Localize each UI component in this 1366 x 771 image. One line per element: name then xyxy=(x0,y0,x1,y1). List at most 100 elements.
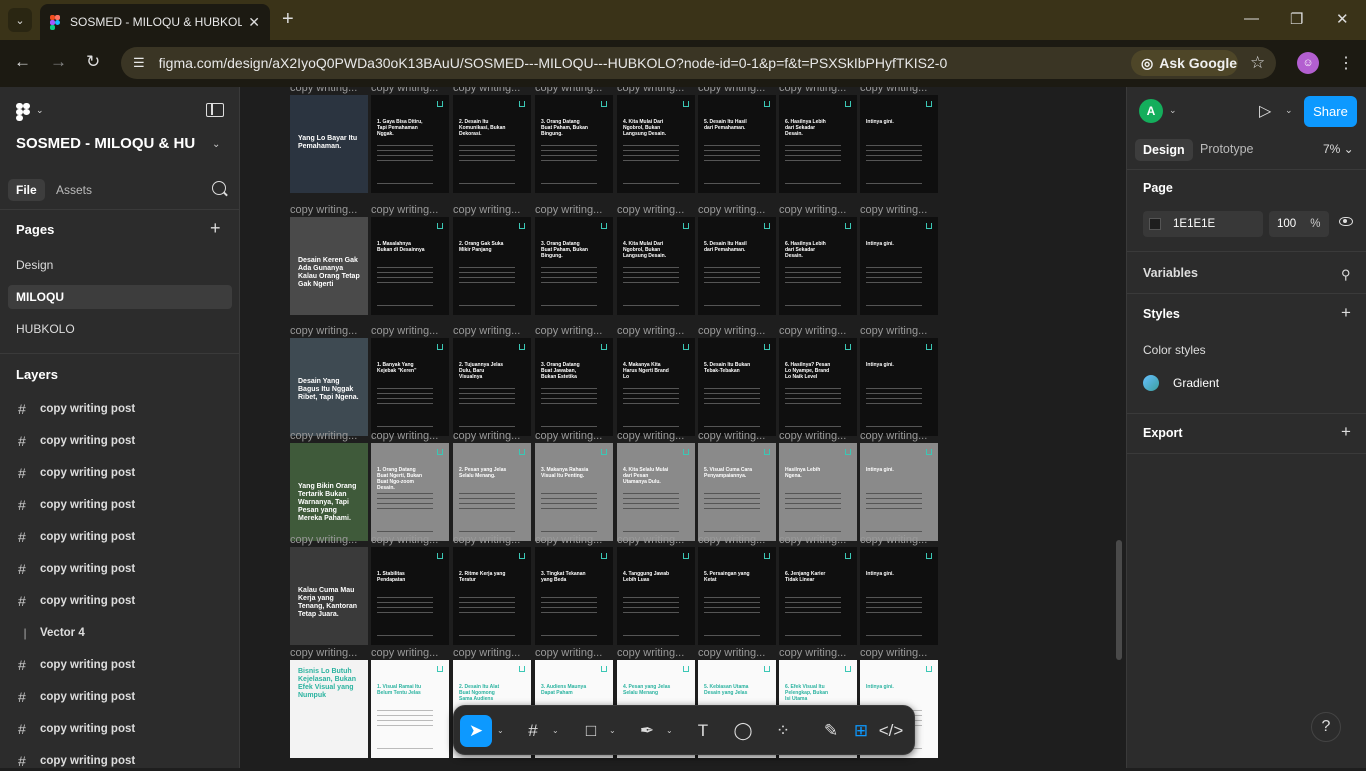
forward-button[interactable]: → xyxy=(50,52,67,72)
frame-tool-caret-icon[interactable]: ⌄ xyxy=(552,726,559,735)
cover-frame[interactable]: Desain Yang Bagus Itu Nggak Ribet, Tapi … xyxy=(290,338,368,436)
frame-label[interactable]: copy writing... xyxy=(371,325,438,337)
variables-icon[interactable]: ⚲ xyxy=(1341,267,1351,283)
slide-frame[interactable]: 1. Banyak Yang Kejebak "Keren" xyxy=(371,338,449,436)
slide-frame[interactable]: Hasilnya Lebih Ngena. xyxy=(779,443,857,541)
color-swatch[interactable] xyxy=(1149,218,1161,230)
help-icon[interactable]: ? xyxy=(1311,712,1341,742)
frame-label[interactable]: copy writing... xyxy=(617,204,684,216)
frame-label[interactable]: copy writing... xyxy=(860,647,927,659)
slide-frame[interactable]: 5. Desain Itu Hasil dari Pemahaman. xyxy=(698,95,776,193)
frame-label[interactable]: copy writing... xyxy=(779,204,846,216)
eye-icon[interactable] xyxy=(1339,217,1353,226)
project-name[interactable]: SOSMED - MILOQU & HUB... xyxy=(16,135,196,152)
tab-file[interactable]: File xyxy=(8,179,45,201)
frame-label[interactable]: copy writing... xyxy=(453,325,520,337)
frame-label[interactable]: copy writing... xyxy=(617,647,684,659)
frame-label[interactable]: copy writing... xyxy=(371,204,438,216)
tab-assets[interactable]: Assets xyxy=(48,179,100,201)
slide-frame[interactable]: Intinya gini. xyxy=(860,95,938,193)
frame-label[interactable]: copy writing... xyxy=(453,534,520,546)
code-icon[interactable]: </> xyxy=(878,715,904,747)
frame-label[interactable]: copy writing... xyxy=(453,430,520,442)
pen-tool-caret-icon[interactable]: ⌄ xyxy=(666,726,673,735)
slide-frame[interactable]: 2. Orang Gak Suka Mikir Panjang xyxy=(453,217,531,315)
frame-label[interactable]: copy writing... xyxy=(698,325,765,337)
slide-frame[interactable]: Intinya gini. xyxy=(860,217,938,315)
tab-search-button[interactable]: ⌄ xyxy=(8,8,32,32)
frame-label[interactable]: copy writing... xyxy=(698,204,765,216)
frame-label[interactable]: copy writing... xyxy=(779,647,846,659)
frame-label[interactable]: copy writing... xyxy=(453,204,520,216)
reload-button[interactable]: ↻ xyxy=(86,52,100,72)
slide-frame[interactable]: Intinya gini. xyxy=(860,547,938,645)
frame-label[interactable]: copy writing... xyxy=(860,325,927,337)
frame-label[interactable]: copy writing... xyxy=(617,430,684,442)
slide-frame[interactable]: 1. Orang Datang Buat Ngerti, Bukan Buat … xyxy=(371,443,449,541)
slide-frame[interactable]: 1. Gaya Bisa Ditiru, Tapi Pemahaman Ngga… xyxy=(371,95,449,193)
cover-frame[interactable]: Bisnis Lo Butuh Kejelasan, Bukan Efek Vi… xyxy=(290,660,368,758)
tab-design[interactable]: Design xyxy=(1135,139,1193,161)
slide-frame[interactable]: 6. Hasilnya Lebih dari Sekadar Desain. xyxy=(779,95,857,193)
chevron-down-icon[interactable]: ⌄ xyxy=(212,139,220,150)
slide-frame[interactable]: 3. Orang Datang Buat Jawaban, Bukan Este… xyxy=(535,338,613,436)
frame-label[interactable]: copy writing... xyxy=(290,430,357,442)
frame-label[interactable]: copy writing... xyxy=(860,87,927,94)
page-item-miloqu[interactable]: MILOQU xyxy=(8,285,232,309)
frame-label[interactable]: copy writing... xyxy=(779,325,846,337)
frame-label[interactable]: copy writing... xyxy=(371,534,438,546)
frame-label[interactable]: copy writing... xyxy=(698,87,765,94)
frame-label[interactable]: copy writing... xyxy=(779,534,846,546)
shape-tool-caret-icon[interactable]: ⌄ xyxy=(609,726,616,735)
chevron-down-icon[interactable]: ⌄ xyxy=(1285,105,1293,116)
bookmark-star-icon[interactable]: ☆ xyxy=(1250,53,1265,73)
tab-prototype[interactable]: Prototype xyxy=(1200,142,1254,156)
ask-google-button[interactable]: ◎ Ask Google xyxy=(1131,50,1238,76)
pen-tool-icon[interactable]: ✒ xyxy=(634,715,660,747)
frame-label[interactable]: copy writing... xyxy=(860,204,927,216)
layer-item[interactable]: # copy writing post xyxy=(18,559,135,579)
slide-frame[interactable]: 5. Visual Cuma Cara Penyampaiannya. xyxy=(698,443,776,541)
frame-label[interactable]: copy writing... xyxy=(860,430,927,442)
layer-item[interactable]: # copy writing post xyxy=(18,495,135,515)
site-info-icon[interactable]: ☰ xyxy=(133,55,145,71)
frame-label[interactable]: copy writing... xyxy=(698,534,765,546)
share-button[interactable]: Share xyxy=(1304,96,1357,127)
page-item-design[interactable]: Design xyxy=(8,253,232,277)
slide-frame[interactable]: 5. Desain Itu Bukan Tebak-Tebakan xyxy=(698,338,776,436)
frame-label[interactable]: copy writing... xyxy=(535,534,602,546)
frame-label[interactable]: copy writing... xyxy=(453,647,520,659)
chevron-down-icon[interactable]: ⌄ xyxy=(1169,105,1177,116)
page-color-value[interactable]: 1E1E1E xyxy=(1173,218,1215,230)
maximize-button[interactable]: ❐ xyxy=(1290,10,1303,28)
frame-label[interactable]: copy writing... xyxy=(698,430,765,442)
back-button[interactable]: ← xyxy=(14,52,31,72)
layer-item[interactable]: # copy writing post xyxy=(18,463,135,483)
frame-label[interactable]: copy writing... xyxy=(535,325,602,337)
slide-frame[interactable]: 2. Tujuannya Jelas Dulu, Baru Visualnya xyxy=(453,338,531,436)
frame-label[interactable]: copy writing... xyxy=(453,87,520,94)
layer-item[interactable]: # copy writing post xyxy=(18,687,135,707)
slide-frame[interactable]: 6. Hasilnya Lebih dari Sekadar Desain. xyxy=(779,217,857,315)
layer-item[interactable]: | Vector 4 xyxy=(18,623,84,643)
frame-label[interactable]: copy writing... xyxy=(290,325,357,337)
frame-label[interactable]: copy writing... xyxy=(535,647,602,659)
frame-label[interactable]: copy writing... xyxy=(290,87,357,94)
frame-label[interactable]: copy writing... xyxy=(535,204,602,216)
slide-frame[interactable]: 3. Makanya Rahasia Visual Itu Penting. xyxy=(535,443,613,541)
main-menu-caret-icon[interactable]: ⌄ xyxy=(36,105,44,116)
figma-logo-icon[interactable] xyxy=(16,103,30,121)
slide-frame[interactable]: 4. Makanya Kita Harus Ngerti Brand Lo xyxy=(617,338,695,436)
cover-frame[interactable]: Yang Bikin Orang Tertarik Bukan Warnanya… xyxy=(290,443,368,541)
cover-frame[interactable]: Yang Lo Bayar Itu Pemahaman. xyxy=(290,95,368,193)
slide-frame[interactable]: 1. Stabilitas Pendapatan xyxy=(371,547,449,645)
frame-label[interactable]: copy writing... xyxy=(779,430,846,442)
frame-label[interactable]: copy writing... xyxy=(698,647,765,659)
slide-frame[interactable]: 1. Masalahnya Bukan di Desainnya xyxy=(371,217,449,315)
profile-avatar[interactable]: ☺ xyxy=(1297,52,1319,74)
slide-frame[interactable]: Intinya gini. xyxy=(860,443,938,541)
play-icon[interactable]: ▷ xyxy=(1259,101,1271,121)
comment-tool-icon[interactable]: ◯ xyxy=(730,715,756,747)
add-export-plus-icon[interactable]: + xyxy=(1341,422,1351,442)
slide-frame[interactable]: 5. Desain Itu Hasil dari Pemahaman. xyxy=(698,217,776,315)
